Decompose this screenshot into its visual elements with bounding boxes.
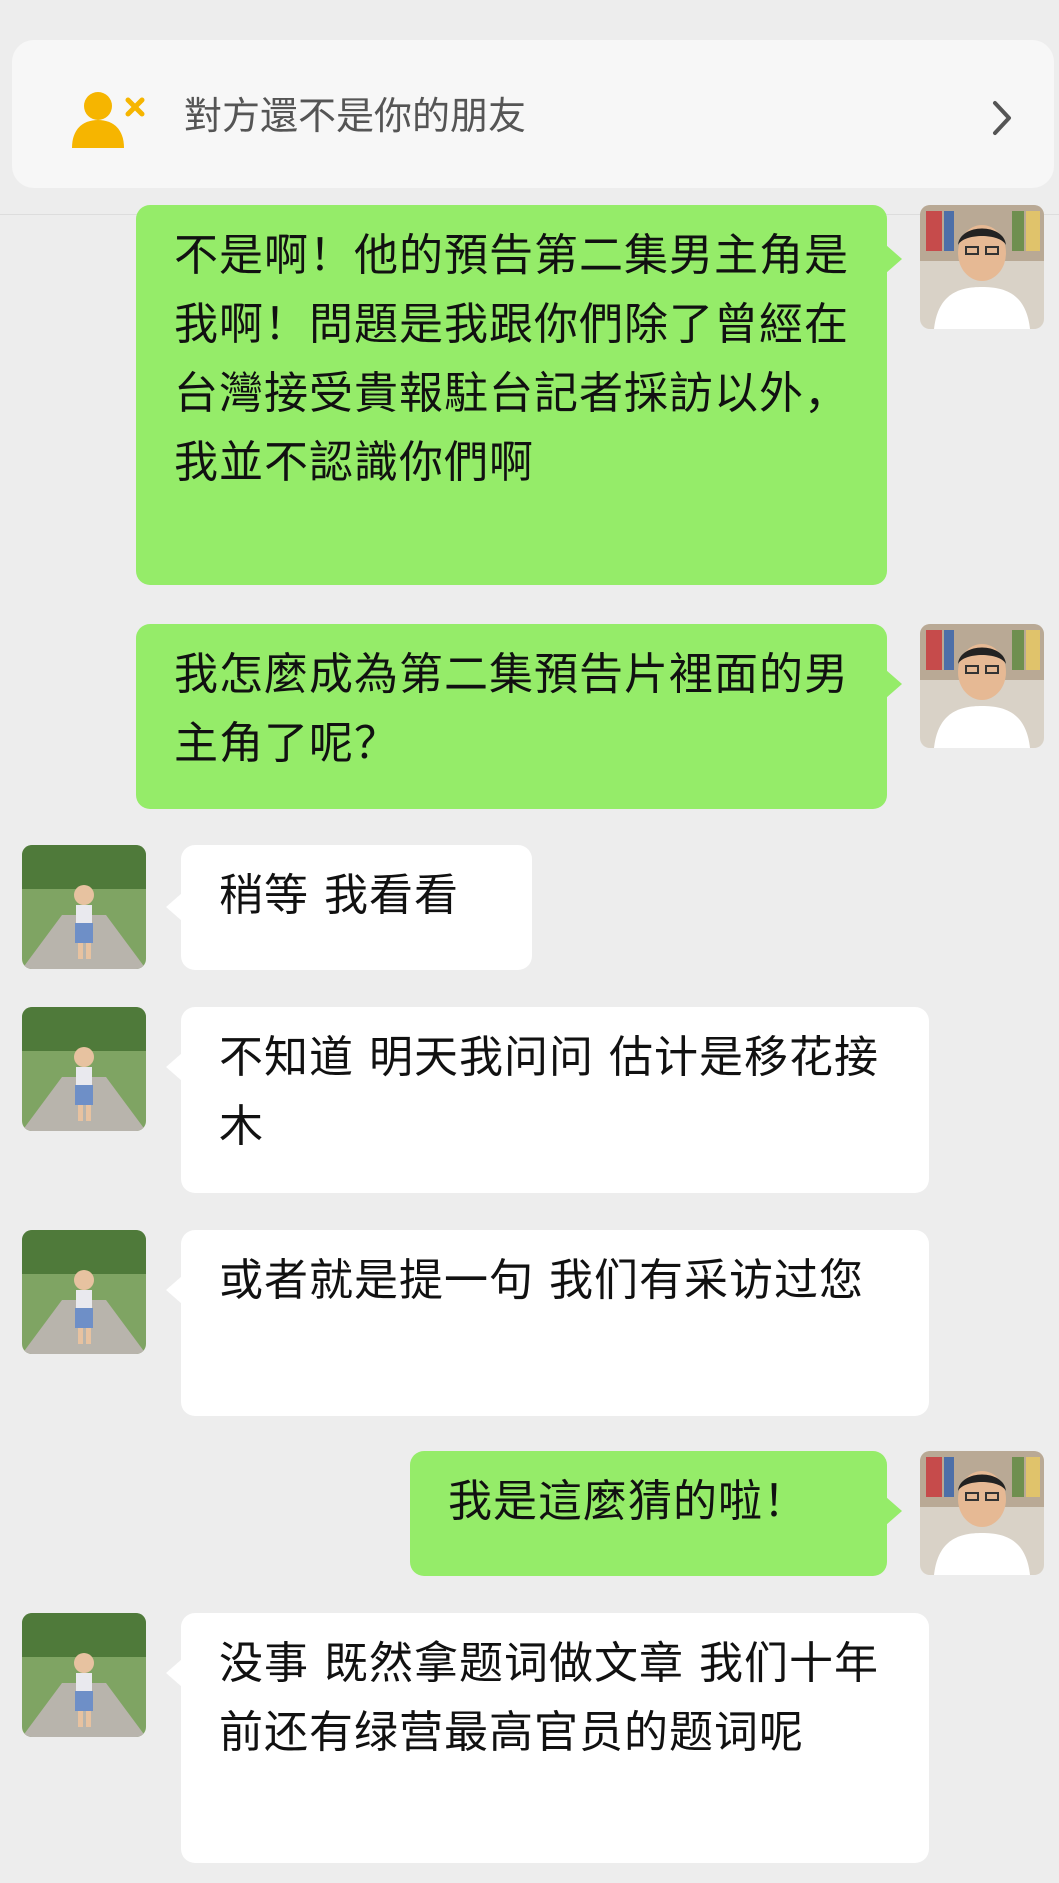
stranger-notice-text: 對方還不是你的朋友 — [184, 94, 527, 138]
chevron-right-icon[interactable] — [987, 98, 1017, 138]
add-friend-icon — [70, 90, 150, 150]
message-bubble-received[interactable]: 或者就是提一句 我们有采访过您 — [181, 1230, 929, 1416]
message-bubble-received[interactable]: 稍等 我看看 — [181, 845, 532, 970]
message-bubble-sent[interactable]: 我是這麼猜的啦！ — [410, 1451, 887, 1576]
status-bar-area — [0, 0, 1059, 29]
message-bubble-sent[interactable]: 不是啊！他的預告第二集男主角是我啊！問題是我跟你們除了曾經在台灣接受貴報駐台記者… — [136, 205, 887, 585]
bubble-tail — [166, 1053, 182, 1081]
bubble-tail — [166, 893, 182, 921]
message-bubble-received[interactable]: 没事 既然拿题词做文章 我们十年前还有绿营最高官员的题词呢 — [181, 1613, 929, 1863]
bubble-tail — [886, 670, 902, 698]
contact-avatar[interactable] — [22, 1613, 146, 1737]
bubble-tail — [886, 245, 902, 273]
my-avatar[interactable] — [920, 1451, 1044, 1575]
stranger-notice-banner[interactable]: 對方還不是你的朋友 — [12, 40, 1054, 188]
message-bubble-received[interactable]: 不知道 明天我问问 估计是移花接木 — [181, 1007, 929, 1193]
contact-avatar[interactable] — [22, 845, 146, 969]
my-avatar[interactable] — [920, 205, 1044, 329]
bubble-tail — [886, 1497, 902, 1525]
bubble-tail — [166, 1276, 182, 1304]
contact-avatar[interactable] — [22, 1230, 146, 1354]
stranger-notice-area: 對方還不是你的朋友 — [0, 28, 1059, 215]
message-bubble-sent[interactable]: 我怎麼成為第二集預告片裡面的男主角了呢？ — [136, 624, 887, 809]
contact-avatar[interactable] — [22, 1007, 146, 1131]
my-avatar[interactable] — [920, 624, 1044, 748]
bubble-tail — [166, 1659, 182, 1687]
